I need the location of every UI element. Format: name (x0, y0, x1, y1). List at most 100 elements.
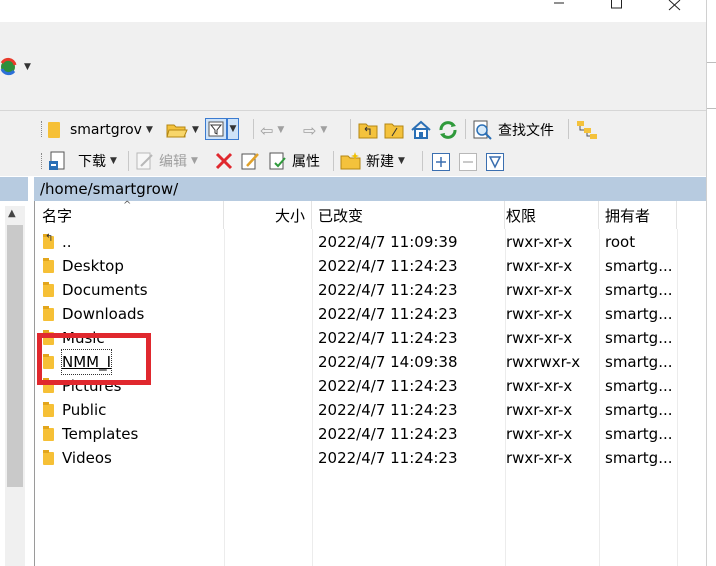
close-icon (668, 0, 681, 11)
cell-modified: 2022/4/7 11:24:23 (318, 329, 458, 347)
new-button[interactable]: 新建 ▼ (340, 150, 405, 172)
minimize-icon (554, 2, 564, 4)
folder-icon (43, 282, 54, 297)
chevron-down-icon: ▼ (191, 156, 198, 166)
minus-icon (459, 153, 477, 171)
cell-owner: smartg... (605, 353, 673, 371)
cell-name: Templates (62, 425, 139, 443)
cell-modified: 2022/4/7 11:24:23 (318, 281, 458, 299)
cell-owner: smartg... (605, 401, 673, 419)
cell-name: Videos (62, 449, 112, 467)
home-button[interactable] (410, 119, 432, 141)
chevron-down-icon: ▼ (398, 156, 405, 166)
table-row[interactable]: ↰.. 2022/4/7 11:09:39 rwxr-xr-x root (35, 230, 706, 254)
root-directory-button[interactable] (384, 119, 404, 141)
filter-icon (208, 121, 224, 137)
file-toolbar: smartgrov ▼ ▼ ▼ ⇦ ▼ ⇨ ▼ 查找文件 下载 ▼ 编辑 ▼ 属… (0, 110, 706, 176)
filter-button[interactable]: ▼ (205, 118, 239, 140)
unselect-files-button[interactable] (459, 151, 477, 173)
find-files-label: 查找文件 (498, 123, 554, 139)
new-folder-icon (340, 152, 361, 170)
download-label: 下载 (78, 154, 106, 170)
edit-icon (136, 152, 153, 170)
table-row[interactable]: Public 2022/4/7 11:24:23 rwxr-xr-x smartg..… (35, 398, 706, 422)
table-row[interactable]: Desktop 2022/4/7 11:24:23 rwxr-xr-x smartg.… (35, 254, 706, 278)
rename-icon (241, 153, 259, 170)
folder-icon (43, 258, 54, 273)
chevron-down-icon: ▼ (110, 156, 117, 166)
maximize-button[interactable] (606, 0, 628, 10)
cell-permissions: rwxr-xr-x (506, 257, 573, 275)
window-edge (706, 0, 716, 566)
location-dropdown[interactable]: smartgrov ▼ (48, 119, 160, 141)
cell-owner: smartg... (605, 449, 673, 467)
column-header-owner[interactable]: 拥有者 (599, 201, 677, 229)
rename-button[interactable] (240, 150, 260, 172)
scrollbar-thumb[interactable] (7, 225, 23, 487)
sync-button[interactable]: ▼ (0, 56, 38, 78)
refresh-button[interactable] (437, 119, 459, 141)
table-row[interactable]: Videos 2022/4/7 11:24:23 rwxr-xr-x smartg..… (35, 446, 706, 470)
find-files-button[interactable]: 查找文件 (472, 119, 554, 141)
column-label: 大小 (274, 207, 305, 225)
new-label: 新建 (366, 154, 394, 170)
tree-view-button[interactable] (576, 119, 598, 141)
cell-owner: smartg... (605, 257, 673, 275)
edit-button[interactable]: 编辑 ▼ (135, 150, 198, 172)
open-folder-button[interactable]: ▼ (166, 119, 199, 141)
delete-button[interactable] (214, 150, 234, 172)
back-button[interactable]: ⇦ ▼ (260, 119, 284, 141)
plus-icon (432, 153, 450, 171)
minimize-button[interactable] (548, 0, 570, 10)
root-folder-icon (384, 123, 404, 139)
cell-modified: 2022/4/7 11:24:23 (318, 377, 458, 395)
cell-owner: smartg... (605, 425, 673, 443)
cell-permissions: rwxr-xr-x (506, 233, 573, 251)
column-header-size[interactable]: 大小 (224, 201, 312, 229)
arrow-right-icon: ⇨ (303, 120, 317, 140)
cell-name: Public (62, 401, 107, 419)
table-row[interactable]: Documents 2022/4/7 11:24:23 rwxr-xr-x smart… (35, 278, 706, 302)
select-files-button[interactable] (432, 151, 450, 173)
column-label: 名字 (42, 207, 73, 225)
download-button[interactable]: 下载 ▼ (48, 150, 117, 172)
cell-permissions: rwxr-xr-x (506, 401, 573, 419)
filter-selection-button[interactable] (486, 151, 504, 173)
close-button[interactable] (664, 0, 686, 12)
properties-icon (269, 152, 286, 170)
cell-permissions: rwxrwxr-x (506, 353, 581, 371)
chevron-down-icon: ▼ (146, 125, 153, 135)
folder-icon (43, 450, 54, 465)
open-folder-icon (166, 124, 188, 138)
location-label: smartgrov (70, 122, 142, 138)
cell-modified: 2022/4/7 14:09:38 (318, 353, 458, 371)
cell-name: Downloads (62, 305, 145, 323)
sort-ascending-icon: ^ (123, 200, 132, 211)
table-row[interactable]: Templates 2022/4/7 11:24:23 rwxr-xr-x smart… (35, 422, 706, 446)
cell-owner: root (605, 233, 636, 251)
cell-modified: 2022/4/7 11:09:39 (318, 233, 458, 251)
tree-view-icon (577, 121, 597, 139)
column-header-modified[interactable]: 已改变 (312, 201, 505, 229)
column-label: 权限 (506, 207, 537, 225)
cell-name: .. (62, 233, 72, 251)
table-row[interactable]: Downloads 2022/4/7 11:24:23 rwxr-xr-x smart… (35, 302, 706, 326)
chevron-up-icon: ▲ (8, 208, 16, 219)
chevron-down-icon: ▼ (229, 124, 237, 134)
column-label: 已改变 (318, 207, 364, 225)
cell-permissions: rwxr-xr-x (506, 329, 573, 347)
cell-permissions: rwxr-xr-x (506, 281, 573, 299)
edit-label: 编辑 (159, 154, 187, 170)
forward-button[interactable]: ⇨ ▼ (303, 119, 327, 141)
path-bar[interactable]: /home/smartgrow/ (34, 177, 706, 201)
column-header-permissions[interactable]: 权限 (505, 201, 599, 229)
folder-icon (43, 426, 54, 441)
cell-name: Desktop (62, 257, 124, 275)
funnel-icon (486, 153, 504, 171)
cell-permissions: rwxr-xr-x (506, 449, 573, 467)
parent-directory-button[interactable] (358, 119, 378, 141)
properties-button[interactable]: 属性 (268, 150, 320, 172)
cell-modified: 2022/4/7 11:24:23 (318, 305, 458, 323)
column-header-name[interactable]: 名字 ^ (35, 200, 224, 229)
refresh-icon (439, 121, 457, 139)
